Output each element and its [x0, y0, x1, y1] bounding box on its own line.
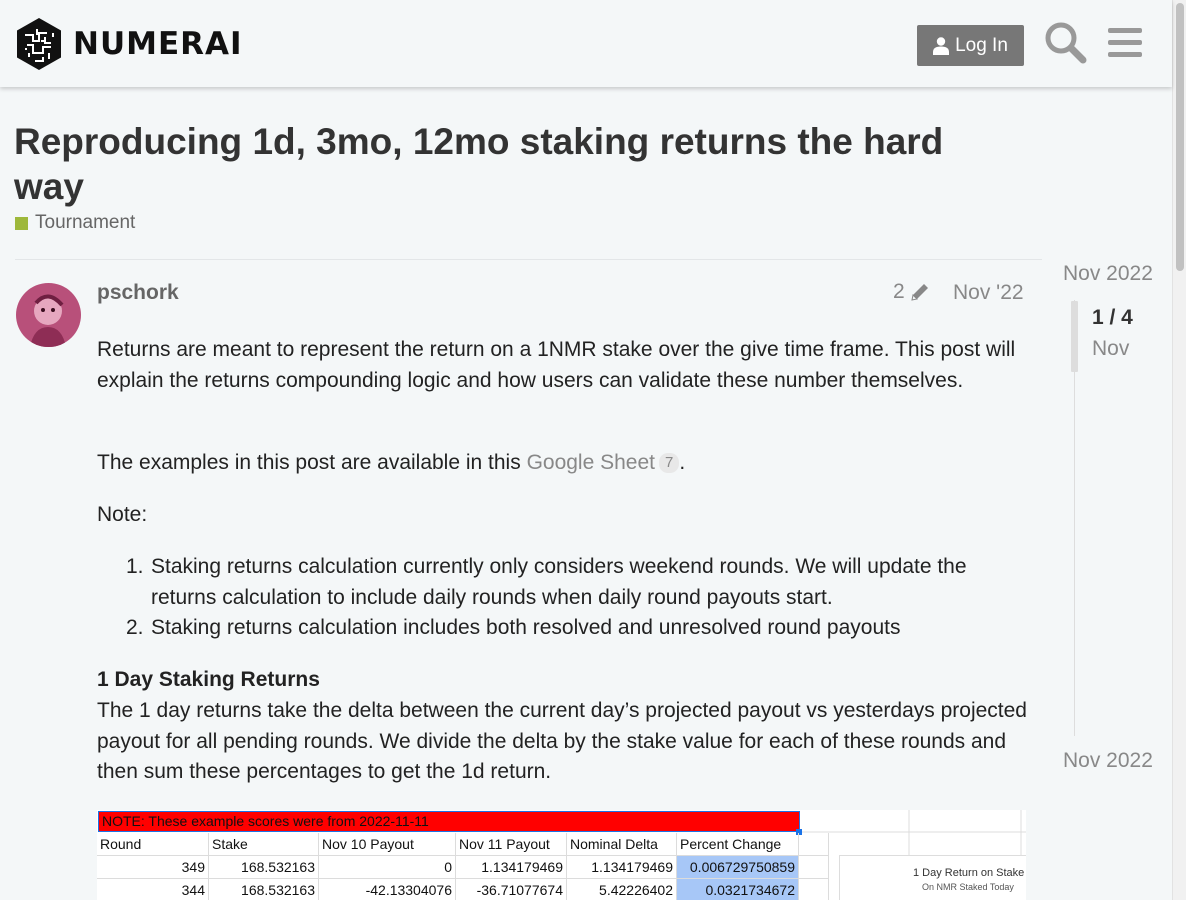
timeline-position-date: Nov	[1092, 337, 1130, 360]
user-icon	[933, 36, 950, 55]
timeline-scroll-handle[interactable]	[1071, 301, 1078, 372]
note-label: Note:	[97, 503, 148, 526]
edit-count: 2	[893, 280, 905, 303]
edit-history-button[interactable]: 2	[893, 280, 931, 304]
table-header-cell: Percent Change	[677, 833, 799, 856]
timeline-end-date[interactable]: Nov 2022	[1063, 749, 1153, 773]
spreadsheet-image[interactable]: NOTE: These example scores were from 202…	[97, 810, 1026, 900]
title-divider	[15, 259, 1042, 260]
table-cell: 1.134179469	[567, 856, 677, 879]
link-click-count: 7	[659, 453, 680, 473]
table-cell	[799, 879, 829, 900]
table-header-cell: Nov 11 Payout	[456, 833, 567, 856]
table-cell: 5.42226402	[567, 879, 677, 900]
list-item-text: Staking returns calculation currently on…	[151, 555, 967, 609]
list-item: 1. Staking returns calculation currently…	[126, 552, 1027, 613]
post-paragraph-3: The 1 day returns take the delta between…	[97, 699, 1027, 783]
post-paragraph-1: Returns are meant to represent the retur…	[97, 335, 1027, 396]
notes-list: 1. Staking returns calculation currently…	[97, 552, 1027, 644]
sheet-header-row: Round Stake Nov 10 Payout Nov 11 Payout …	[97, 833, 829, 856]
sheet-note-banner: NOTE: These example scores were from 202…	[98, 811, 800, 832]
page-scrollbar[interactable]	[1172, 0, 1186, 900]
table-cell: 349	[97, 856, 209, 879]
table-cell: 1.134179469	[456, 856, 567, 879]
numerai-logo-icon	[17, 18, 61, 70]
table-header-cell: Nov 10 Payout	[319, 833, 456, 856]
table-cell: 0	[319, 856, 456, 879]
site-header: NUMERAI Log In	[0, 0, 1172, 87]
embedded-chart: 1 Day Return on Stake On NMR Staked Toda…	[839, 855, 1026, 900]
table-header-cell	[799, 833, 829, 856]
table-header-cell: Stake	[209, 833, 319, 856]
post-paragraph-1-line-2: explain the returns compounding logic an…	[97, 368, 964, 392]
post-date[interactable]: Nov '22	[953, 281, 1024, 305]
post-paragraph-2: The examples in this post are available …	[97, 448, 685, 479]
post-paragraph-1-line-1: Returns are meant to represent the retur…	[97, 338, 1016, 361]
category-badge[interactable]: Tournament	[15, 212, 135, 234]
numerai-logo[interactable]: NUMERAI	[15, 17, 243, 71]
table-cell: 168.532163	[209, 879, 319, 900]
section-heading: 1 Day Staking Returns	[97, 668, 320, 691]
list-item-number: 2.	[126, 616, 144, 639]
list-item: 2. Staking returns calculation includes …	[126, 613, 1027, 644]
list-item-text: Staking returns calculation includes bot…	[151, 616, 901, 639]
list-item-number: 1.	[126, 555, 144, 578]
table-cell: 168.532163	[209, 856, 319, 879]
post-username[interactable]: pschork	[97, 281, 179, 305]
table-header-cell: Nominal Delta	[567, 833, 677, 856]
embedded-chart-subtitle: On NMR Staked Today	[922, 882, 1014, 892]
timeline-start-date[interactable]: Nov 2022	[1063, 262, 1153, 286]
category-color-square	[15, 216, 28, 230]
table-cell: 0.006729750859	[677, 856, 799, 879]
avatar[interactable]	[16, 283, 81, 347]
table-header-cell: Round	[97, 833, 209, 856]
table-cell: 344	[97, 879, 209, 900]
scrollbar-thumb[interactable]	[1176, 3, 1184, 271]
table-cell: 0.0321734672	[677, 879, 799, 900]
login-button-label: Log In	[955, 34, 1008, 56]
table-cell: -42.13304076	[319, 879, 456, 900]
login-button[interactable]: Log In	[917, 25, 1024, 66]
paragraph-2-end: .	[679, 451, 686, 474]
timeline-position[interactable]: 1 / 4	[1092, 306, 1133, 330]
brand-name: NUMERAI	[73, 26, 243, 62]
category-label: Tournament	[35, 212, 136, 233]
hamburger-menu-icon[interactable]	[1106, 20, 1146, 69]
table-cell: -36.71077674	[456, 879, 567, 900]
table-row: 349 168.532163 0 1.134179469 1.134179469…	[97, 856, 829, 879]
topic-title[interactable]: Reproducing 1d, 3mo, 12mo staking return…	[14, 119, 1014, 209]
table-row: 344 168.532163 -42.13304076 -36.71077674…	[97, 879, 829, 900]
search-icon[interactable]	[1043, 20, 1087, 69]
paragraph-2-text: The examples in this post are available …	[97, 451, 527, 474]
google-sheet-link[interactable]: Google Sheet	[527, 451, 655, 474]
embedded-chart-title: 1 Day Return on Stake	[913, 867, 1025, 879]
pencil-icon	[911, 284, 928, 301]
table-cell	[799, 856, 829, 879]
